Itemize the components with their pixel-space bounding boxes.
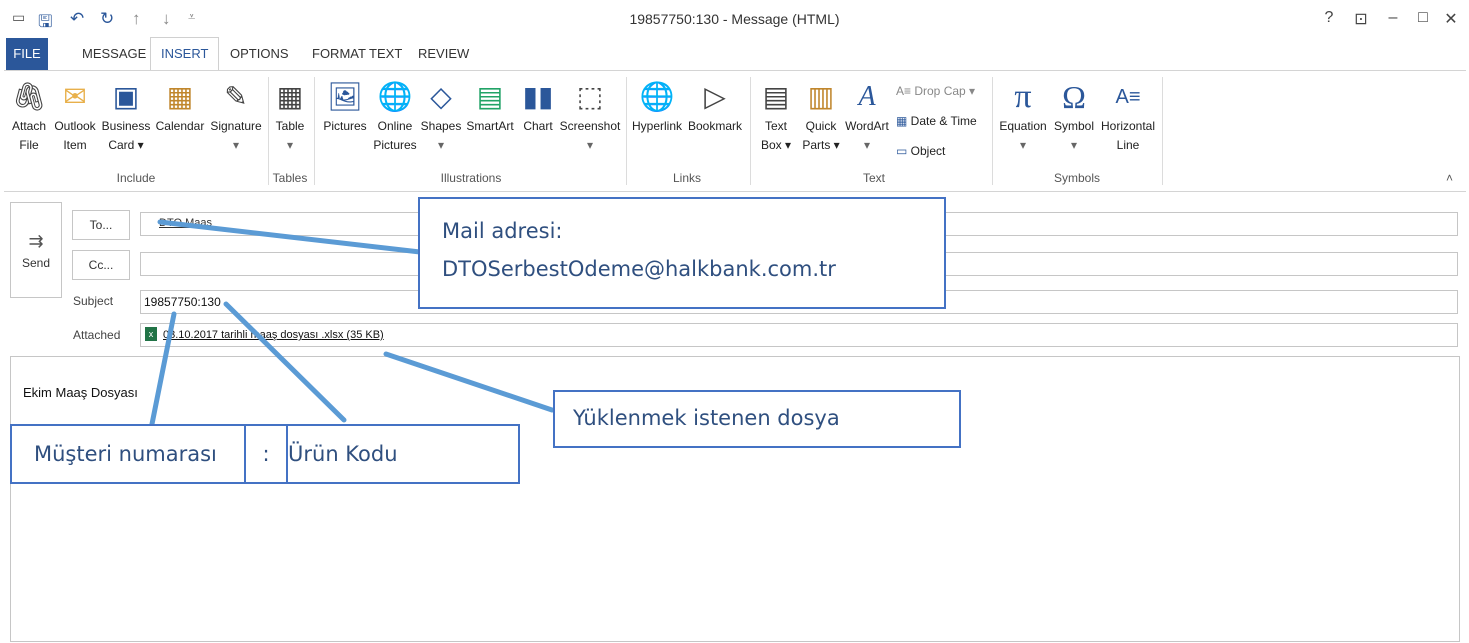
- annotation-lines: [149, 219, 555, 427]
- mail-pointer-line: [157, 219, 423, 255]
- customer-number-pointer-line: [149, 311, 177, 427]
- file-pointer-line: [383, 351, 555, 413]
- product-code-pointer-line: [223, 301, 347, 423]
- mail-address-callout: Mail adresi: DTOSerbestOdeme@halkbank.co…: [418, 197, 946, 309]
- file-callout: Yüklenmek istenen dosya: [553, 390, 961, 448]
- subject-format-callout: Müşteri numarası : Ürün Kodu: [10, 424, 520, 484]
- separator-box: :: [244, 424, 288, 484]
